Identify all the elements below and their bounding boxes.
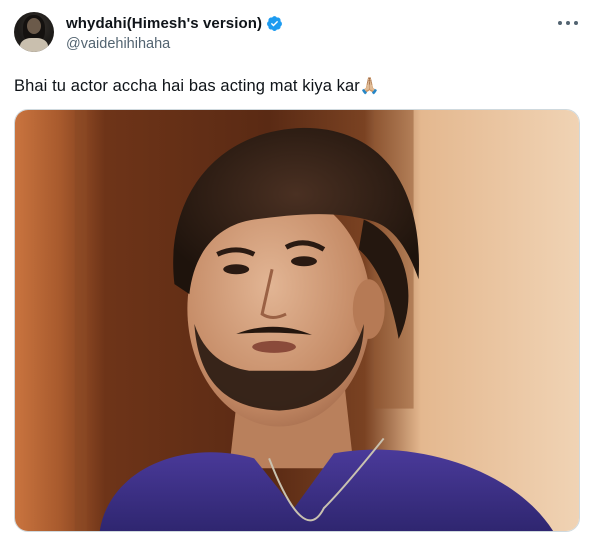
folded-hands-emoji: 🙏🏼 — [359, 78, 380, 95]
tweet-text-body: Bhai tu actor accha hai bas acting mat k… — [14, 77, 360, 95]
dot — [558, 21, 562, 25]
photo-illustration — [15, 110, 579, 531]
author-info: whydahi(Himesh's version) @vaidehihihaha — [66, 14, 283, 52]
tweet-header: whydahi(Himesh's version) @vaidehihihaha — [14, 12, 283, 52]
tweet-card[interactable]: whydahi(Himesh's version) @vaidehihihaha… — [0, 0, 594, 537]
verified-badge-icon — [267, 16, 283, 31]
dot — [574, 21, 578, 25]
tweet-text: Bhai tu actor accha hai bas acting mat k… — [14, 76, 380, 96]
more-options-icon[interactable] — [558, 16, 578, 30]
dot — [566, 21, 570, 25]
user-avatar[interactable] — [14, 12, 54, 52]
avatar-face — [27, 18, 41, 34]
avatar-shirt — [20, 38, 48, 52]
display-name[interactable]: whydahi(Himesh's version) — [66, 15, 262, 32]
name-row: whydahi(Himesh's version) — [66, 14, 283, 33]
user-handle[interactable]: @vaidehihihaha — [66, 36, 283, 52]
tweet-photo[interactable] — [14, 109, 580, 532]
